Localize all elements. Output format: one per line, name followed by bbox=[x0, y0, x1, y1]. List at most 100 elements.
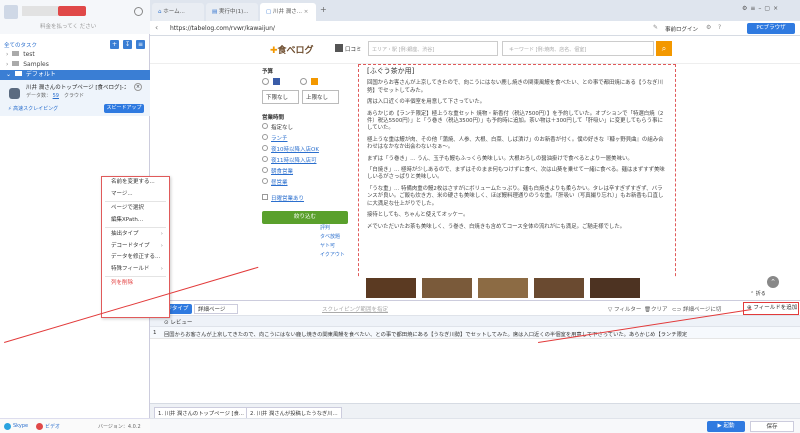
fold-button[interactable]: ⌃ 折る bbox=[750, 290, 766, 297]
photo-thumb[interactable] bbox=[590, 278, 640, 298]
peek-link[interactable]: 評判 bbox=[320, 224, 345, 233]
menu-extract-type[interactable]: 抽出タイプ › bbox=[102, 229, 169, 241]
pc-browser-button[interactable]: PCブラウザ bbox=[747, 23, 795, 34]
filter-button[interactable]: ▽ フィルター bbox=[608, 305, 641, 313]
budget-max-select[interactable]: 上限なし bbox=[302, 90, 339, 104]
lunch-radio[interactable] bbox=[300, 78, 307, 85]
menu-rename[interactable]: 名前を変更する... bbox=[102, 177, 169, 189]
menu-special-field[interactable]: 特殊フィールド › bbox=[102, 264, 169, 276]
tab-running[interactable]: ▤ 実行中(1)... bbox=[206, 3, 258, 21]
dinner-radio[interactable] bbox=[262, 78, 269, 85]
fold-icon: ⌃ bbox=[750, 291, 755, 297]
cloud-label: クラウド bbox=[64, 93, 85, 99]
video-icon[interactable] bbox=[36, 423, 43, 430]
start-button[interactable]: ▶ 起動 bbox=[707, 421, 745, 432]
column-header[interactable]: ⊙ レビュー bbox=[164, 318, 192, 326]
article-paragraph: 回国からお客さんが上京してきたので、向こうにはない鹿し焼きの関東風鰻を食べたい、… bbox=[367, 80, 663, 94]
chevron-right-icon: › bbox=[160, 265, 163, 272]
data-count-label: データ数： bbox=[26, 93, 52, 99]
clear-button[interactable]: 🗑クリア bbox=[644, 305, 668, 313]
running-icon: ▤ bbox=[212, 9, 218, 15]
tab-close-icon[interactable]: × bbox=[304, 9, 309, 15]
photo-strip bbox=[358, 278, 676, 298]
maximize-icon[interactable]: ▢ bbox=[764, 5, 773, 12]
page-type-select[interactable]: 詳細ページ bbox=[194, 304, 238, 314]
hours-radio-4[interactable]: 朝食営業 bbox=[262, 167, 350, 178]
import-icon[interactable]: ↧ bbox=[123, 40, 132, 49]
article-paragraph: 「白焼き」… 極時が少しあるので、まずはそのまま何もつけずに食べ、次は山葵を乗せ… bbox=[367, 167, 665, 181]
home-icon: ⌂ bbox=[158, 9, 162, 15]
radio-label: ランチ bbox=[271, 136, 288, 142]
plan-notice[interactable]: 料金を払ってく ださい bbox=[40, 22, 96, 30]
refresh-icon[interactable] bbox=[134, 7, 143, 16]
photo-thumb[interactable] bbox=[366, 278, 416, 298]
task-item[interactable]: 川井 潤さんのトップページ [食べログ]-ス... × データ数： 59 クラウ… bbox=[0, 80, 150, 116]
speedup-button[interactable]: スピードアップ bbox=[104, 104, 144, 113]
area-search-input[interactable]: エリア・駅 [例:銀座、渋谷] bbox=[368, 41, 498, 56]
new-tab-icon[interactable]: + bbox=[320, 5, 327, 14]
edit-icon[interactable]: ✎ bbox=[653, 24, 658, 31]
task-title[interactable]: 川井 潤さんのトップページ [食べログ]-ス... bbox=[26, 83, 126, 91]
close-icon[interactable]: × bbox=[773, 5, 781, 12]
menu-decode-type[interactable]: デコードタイプ › bbox=[102, 241, 169, 253]
help-icon[interactable]: ? bbox=[718, 24, 721, 31]
scroll-up-button[interactable]: ⌃ bbox=[767, 276, 779, 288]
hours-radio-3[interactable]: 夜11時以降入店可 bbox=[262, 156, 350, 167]
table-row[interactable]: 1 回国からお客さんが上京してきたので、向こうにはない鹿し焼きの関東風鰻を食べた… bbox=[150, 327, 800, 339]
menu-modify-data[interactable]: データを修正する... bbox=[102, 252, 169, 264]
video-label[interactable]: ビデオ bbox=[45, 423, 60, 430]
keyword-search-input[interactable]: キーワード [例:焼肉、店名、個室] bbox=[502, 41, 654, 56]
menu-delete-column[interactable]: 列を削除 bbox=[102, 278, 169, 290]
filter-panel: 予算 下限なし 上限なし 営業時間 指定なし ランチ 夜10時以降入店OK 夜1… bbox=[262, 64, 350, 286]
photo-thumb[interactable] bbox=[422, 278, 472, 298]
user-avatar[interactable] bbox=[4, 5, 18, 19]
menu-select-on-page[interactable]: ページで選択 bbox=[102, 203, 169, 215]
data-count[interactable]: 59 bbox=[53, 93, 59, 99]
search-button[interactable]: ⌕ bbox=[656, 41, 672, 56]
save-button[interactable]: 保存 bbox=[750, 421, 794, 432]
sort-icon[interactable]: ≡ bbox=[136, 40, 145, 49]
peek-link[interactable]: タベ放題 bbox=[320, 233, 345, 242]
peek-links: 評判 タベ放題 ヤト可 イクアウト bbox=[320, 224, 345, 260]
scrape-range-link[interactable]: スクレイピング範囲を指定 bbox=[322, 305, 388, 313]
skype-label[interactable]: Skype bbox=[13, 423, 28, 429]
photo-thumb[interactable] bbox=[478, 278, 528, 298]
budget-min-select[interactable]: 下限なし bbox=[262, 90, 299, 104]
task-close-icon[interactable]: × bbox=[134, 83, 142, 91]
tab-current[interactable]: ▢ 川井 潤さ... × bbox=[260, 3, 316, 21]
radio-label: 朝食営業 bbox=[271, 169, 294, 175]
tab-home[interactable]: ⌂ ホーム... bbox=[152, 3, 204, 21]
menu-edit-xpath[interactable]: 編集XPath... bbox=[102, 215, 169, 227]
all-tasks-label[interactable]: 全てのタスク bbox=[4, 41, 37, 49]
page-icon: ▢ bbox=[266, 9, 272, 15]
back-icon[interactable]: ‹ bbox=[155, 23, 158, 32]
folder-label: デフォルト bbox=[25, 71, 56, 78]
review-article[interactable]: [ふぐう茶か用] 回国からお客さんが上京してきたので、向こうにはない鹿し焼きの関… bbox=[358, 64, 676, 296]
detail-page-button[interactable]: ⊂⊃ 詳細ページに切 bbox=[672, 305, 721, 313]
peek-link[interactable]: ヤト可 bbox=[320, 242, 345, 251]
hours-radio-1[interactable]: ランチ bbox=[262, 134, 350, 145]
narrow-down-button[interactable]: 絞り込む bbox=[262, 211, 348, 224]
row-cell[interactable]: 回国からお客さんが上京してきたので、向こうにはない鹿し焼きの関東風鰻を食べたい、… bbox=[164, 330, 796, 338]
tree-folder-test[interactable]: › test bbox=[0, 50, 150, 60]
peek-link[interactable]: イクアウト bbox=[320, 251, 345, 260]
skype-icon[interactable] bbox=[4, 423, 11, 430]
search-icon: ⌕ bbox=[661, 44, 667, 53]
sunday-check[interactable]: 日曜営業あり bbox=[262, 194, 350, 205]
tabelog-logo[interactable]: ✚食べログ bbox=[270, 43, 314, 56]
new-folder-icon[interactable]: + bbox=[110, 40, 119, 49]
menu-merge[interactable]: マージ... bbox=[102, 189, 169, 201]
hours-radio-5[interactable]: 昼営業 bbox=[262, 178, 350, 189]
tree-folder-default[interactable]: ⌄ デフォルト bbox=[0, 70, 150, 80]
photo-thumb[interactable] bbox=[534, 278, 584, 298]
hours-radio-0[interactable]: 指定なし bbox=[262, 123, 350, 134]
chevron-right-icon: › bbox=[160, 242, 163, 249]
tree-folder-samples[interactable]: › Samples bbox=[0, 60, 150, 70]
plan-badge[interactable] bbox=[58, 6, 86, 16]
pre-login-link[interactable]: 事前ログイン bbox=[665, 25, 698, 33]
url-text[interactable]: https://tabelog.com/rvwr/kawaijun/ bbox=[170, 25, 275, 32]
chevron-up-icon: ⌃ bbox=[770, 278, 776, 286]
hours-radio-2[interactable]: 夜10時以降入店OK bbox=[262, 145, 350, 156]
radio-label: 夜11時以降入店可 bbox=[271, 158, 317, 164]
settings-icon[interactable]: ⚙ bbox=[706, 24, 711, 31]
